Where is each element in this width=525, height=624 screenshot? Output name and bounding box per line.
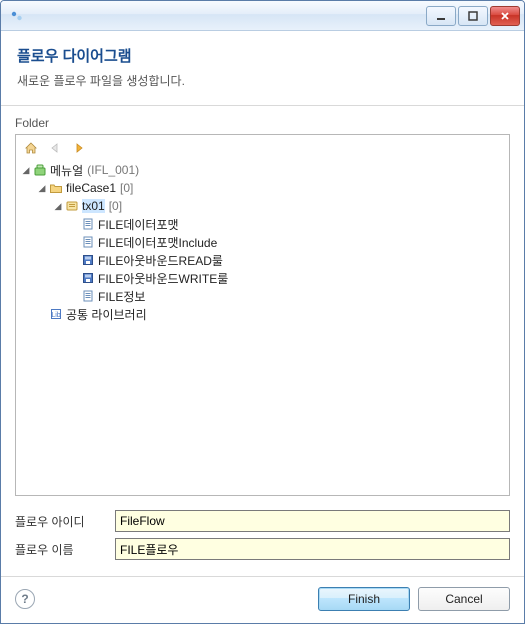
close-button[interactable] bbox=[490, 6, 520, 26]
titlebar bbox=[1, 1, 524, 31]
dialog-window: 플로우 다이어그램 새로운 플로우 파일을 생성합니다. Folder ◢ bbox=[0, 0, 525, 624]
flow-id-input[interactable] bbox=[115, 510, 510, 532]
expander-icon[interactable]: ◢ bbox=[36, 183, 48, 194]
header-area: 플로우 다이어그램 새로운 플로우 파일을 생성합니다. bbox=[1, 31, 524, 106]
finish-button[interactable]: Finish bbox=[318, 587, 410, 611]
window-buttons bbox=[426, 6, 520, 26]
tree-item[interactable]: FILE데이터포맷 bbox=[20, 215, 505, 233]
tree-item[interactable]: FILE정보 bbox=[20, 287, 505, 305]
flow-name-input[interactable] bbox=[115, 538, 510, 560]
tree-label: fileCase1 bbox=[66, 181, 116, 195]
tree-row-menu[interactable]: ◢ 메뉴얼 (IFL_001) bbox=[20, 161, 505, 179]
help-icon[interactable]: ? bbox=[15, 589, 35, 609]
disk-write-icon bbox=[80, 270, 96, 286]
back-icon[interactable] bbox=[46, 139, 64, 157]
maximize-button[interactable] bbox=[458, 6, 488, 26]
tree-row-tx[interactable]: ◢ tx01 [0] bbox=[20, 197, 505, 215]
tree-count: [0] bbox=[120, 181, 133, 195]
tree-item[interactable]: FILE아웃바운드WRITE룰 bbox=[20, 269, 505, 287]
page-subtitle: 새로운 플로우 파일을 생성합니다. bbox=[17, 72, 508, 89]
fields-area: 플로우 아이디 플로우 이름 bbox=[15, 510, 510, 566]
tree-count: [0] bbox=[109, 199, 122, 213]
tree-code: (IFL_001) bbox=[87, 163, 139, 177]
tree-label: FILE데이터포맷 bbox=[98, 216, 179, 233]
tree-label: FILE아웃바운드WRITE룰 bbox=[98, 270, 228, 287]
tree-item[interactable]: FILE데이터포맷Include bbox=[20, 233, 505, 251]
tree-label: 메뉴얼 bbox=[50, 162, 83, 179]
svg-text:Lib: Lib bbox=[51, 312, 60, 319]
app-icon bbox=[9, 8, 25, 24]
minimize-button[interactable] bbox=[426, 6, 456, 26]
forward-icon[interactable] bbox=[70, 139, 88, 157]
file-icon bbox=[80, 234, 96, 250]
flow-id-label: 플로우 아이디 bbox=[15, 513, 115, 530]
expander-icon[interactable]: ◢ bbox=[20, 165, 32, 176]
expander-icon[interactable]: ◢ bbox=[52, 201, 64, 212]
folder-label: Folder bbox=[15, 116, 510, 130]
cancel-button[interactable]: Cancel bbox=[418, 587, 510, 611]
disk-read-icon bbox=[80, 252, 96, 268]
body-area: Folder ◢ 메뉴얼 (IFL_ bbox=[1, 106, 524, 576]
tree-label: FILE아웃바운드READ룰 bbox=[98, 252, 223, 269]
tx-icon bbox=[64, 198, 80, 214]
tree-row-lib[interactable]: Lib 공통 라이브러리 bbox=[20, 305, 505, 323]
tree-item[interactable]: FILE아웃바운드READ룰 bbox=[20, 251, 505, 269]
folder-icon bbox=[48, 180, 64, 196]
folder-tree[interactable]: ◢ 메뉴얼 (IFL_001) ◢ fileCase1 [0] ◢ bbox=[15, 134, 510, 496]
tree-label: 공통 라이브러리 bbox=[66, 306, 147, 323]
nav-toolbar bbox=[20, 137, 505, 161]
file-icon bbox=[80, 216, 96, 232]
file-icon bbox=[80, 288, 96, 304]
field-row-id: 플로우 아이디 bbox=[15, 510, 510, 532]
tree-label: tx01 bbox=[82, 199, 105, 213]
bottom-area: ? Finish Cancel bbox=[1, 576, 524, 623]
tree-label: FILE정보 bbox=[98, 288, 145, 305]
project-icon bbox=[32, 162, 48, 178]
field-row-name: 플로우 이름 bbox=[15, 538, 510, 560]
page-title: 플로우 다이어그램 bbox=[17, 45, 508, 66]
home-icon[interactable] bbox=[22, 139, 40, 157]
tree-row-filecase[interactable]: ◢ fileCase1 [0] bbox=[20, 179, 505, 197]
tree-label: FILE데이터포맷Include bbox=[98, 234, 217, 251]
library-icon: Lib bbox=[48, 306, 64, 322]
flow-name-label: 플로우 이름 bbox=[15, 541, 115, 558]
